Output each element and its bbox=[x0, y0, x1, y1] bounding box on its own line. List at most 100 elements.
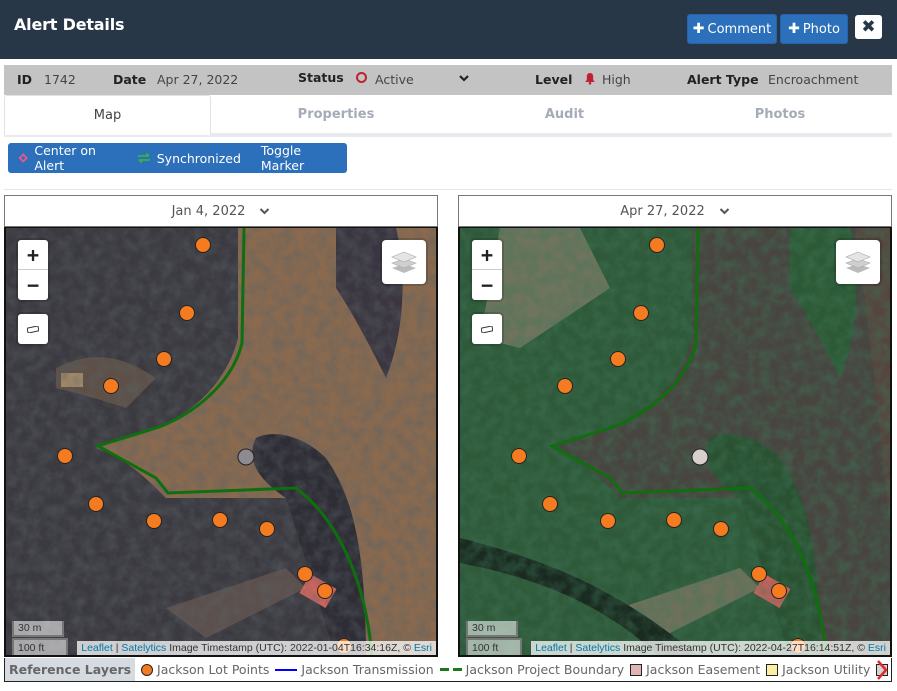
map-attribution: Leaflet | Satelytics Image Timestamp (UT… bbox=[531, 641, 890, 655]
alert-location-marker[interactable] bbox=[237, 448, 255, 466]
status-select-value[interactable]: Active bbox=[375, 72, 414, 87]
reference-layers-legend: Reference Layers Jackson Lot Points Jacks… bbox=[4, 658, 892, 682]
zoom-control: + − bbox=[18, 240, 48, 300]
lot-point-marker[interactable] bbox=[212, 512, 228, 528]
modal-title: Alert Details bbox=[14, 15, 125, 34]
zoom-in-button[interactable]: + bbox=[18, 240, 48, 270]
scale-bar-metric: 30 m bbox=[466, 621, 518, 637]
layers-button[interactable] bbox=[382, 240, 426, 284]
close-button[interactable]: ✖ bbox=[855, 15, 882, 39]
lot-point-marker[interactable] bbox=[317, 583, 333, 599]
date-select-value: Jan 4, 2022 bbox=[171, 203, 246, 219]
lot-point-marker[interactable] bbox=[195, 237, 211, 253]
lot-point-marker[interactable] bbox=[88, 496, 104, 512]
bell-icon bbox=[585, 73, 595, 85]
close-icon: ✖ bbox=[861, 17, 876, 37]
alert-info-bar: ID 1742 Date Apr 27, 2022 Status Active … bbox=[4, 65, 892, 95]
scale-bar-metric: 30 m bbox=[12, 621, 64, 637]
legend-item: Jackson Utility bbox=[766, 662, 870, 677]
polygon-swatch-icon bbox=[766, 663, 779, 676]
add-comment-button[interactable]: ✚ Comment bbox=[687, 14, 777, 44]
map-toolbar: Center on Alert Synchronized Toggle Mark… bbox=[8, 143, 347, 173]
line-swatch-icon bbox=[275, 668, 298, 671]
alert-type-label: Alert Type bbox=[687, 72, 759, 87]
esri-link[interactable]: Esri bbox=[868, 642, 886, 654]
center-on-alert-button[interactable]: Center on Alert bbox=[8, 143, 127, 173]
zoom-out-button[interactable]: − bbox=[472, 270, 502, 300]
date-label: Date bbox=[113, 72, 147, 87]
tab-map[interactable]: Map bbox=[4, 95, 211, 135]
id-value: 1742 bbox=[44, 72, 76, 87]
chevron-down-icon bbox=[719, 208, 729, 215]
status-circle-icon bbox=[356, 72, 367, 83]
lot-point-marker[interactable] bbox=[156, 351, 172, 367]
tab-photos[interactable]: Photos bbox=[668, 95, 892, 133]
lot-point-marker[interactable] bbox=[666, 512, 682, 528]
lot-point-marker[interactable] bbox=[57, 448, 73, 464]
zoom-out-button[interactable]: − bbox=[18, 270, 48, 300]
layers-button[interactable] bbox=[836, 240, 880, 284]
lot-point-marker[interactable] bbox=[649, 237, 665, 253]
lot-point-marker[interactable] bbox=[103, 378, 119, 394]
lot-point-marker[interactable] bbox=[511, 448, 527, 464]
attribution-separator: | bbox=[115, 642, 119, 654]
lot-point-marker[interactable] bbox=[751, 566, 767, 582]
chevron-right-icon[interactable] bbox=[875, 659, 889, 681]
measure-button[interactable] bbox=[18, 314, 48, 344]
satellite-imagery[interactable] bbox=[6, 228, 436, 657]
toggle-marker-label: Toggle Marker bbox=[260, 143, 305, 173]
synchronized-toggle[interactable]: Synchronized bbox=[127, 143, 251, 173]
tab-audit[interactable]: Audit bbox=[461, 95, 668, 133]
add-photo-button[interactable]: ✚ Photo bbox=[780, 14, 848, 44]
plus-icon: ✚ bbox=[788, 21, 800, 37]
legend-item: Jackson Project Boundary bbox=[439, 662, 625, 677]
scale-bar-imperial: 100 ft bbox=[466, 638, 522, 655]
map-panel-before: Jan 4, 2022 + − 30 m 100 ft Leaflet | Sa… bbox=[4, 195, 438, 657]
legend-item: Jackson Easement bbox=[630, 662, 760, 677]
satellite-imagery[interactable] bbox=[460, 228, 890, 657]
zoom-in-button[interactable]: + bbox=[472, 240, 502, 270]
status-label: Status bbox=[298, 70, 344, 85]
date-select-after[interactable]: Apr 27, 2022 bbox=[458, 195, 892, 227]
esri-link[interactable]: Esri bbox=[414, 642, 432, 654]
lot-point-marker[interactable] bbox=[610, 351, 626, 367]
legend-item-label: Jackson Project Boundary bbox=[465, 662, 625, 677]
status-chevron-down-icon[interactable] bbox=[458, 72, 470, 84]
legend-item-label: Jackson Easement bbox=[646, 662, 761, 677]
lot-point-marker[interactable] bbox=[542, 496, 558, 512]
lot-point-marker[interactable] bbox=[179, 305, 195, 321]
lot-point-marker[interactable] bbox=[297, 566, 313, 582]
layers-icon bbox=[391, 251, 417, 273]
level-label: Level bbox=[535, 72, 573, 87]
alert-type-value: Encroachment bbox=[768, 72, 859, 87]
polygon-swatch-icon bbox=[630, 663, 643, 676]
lot-point-marker[interactable] bbox=[633, 305, 649, 321]
lot-point-marker[interactable] bbox=[600, 513, 616, 529]
map-panel-after: Apr 27, 2022 + − 30 m 100 ft Leaflet | S… bbox=[458, 195, 892, 657]
satelytics-link[interactable]: Satelytics bbox=[575, 642, 620, 654]
alert-location-marker[interactable] bbox=[691, 448, 709, 466]
measure-button[interactable] bbox=[472, 314, 502, 344]
date-select-before[interactable]: Jan 4, 2022 bbox=[4, 195, 438, 227]
leaflet-link[interactable]: Leaflet bbox=[535, 642, 567, 654]
dashed-line-swatch-icon bbox=[439, 668, 462, 671]
image-timestamp: Image Timestamp (UTC): 2022-04-27T16:14:… bbox=[623, 642, 865, 654]
image-timestamp: Image Timestamp (UTC): 2022-01-04T16:34:… bbox=[169, 642, 411, 654]
ruler-icon bbox=[27, 325, 39, 333]
add-comment-label: Comment bbox=[707, 21, 772, 37]
satellite-map-after[interactable]: + − 30 m 100 ft Leaflet | Satelytics Ima… bbox=[458, 227, 892, 657]
toggle-marker-button[interactable]: Toggle Marker bbox=[251, 143, 347, 173]
attribution-separator: | bbox=[569, 642, 573, 654]
date-value: Apr 27, 2022 bbox=[157, 72, 239, 87]
lot-point-marker[interactable] bbox=[771, 583, 787, 599]
lot-point-marker[interactable] bbox=[146, 513, 162, 529]
lot-point-marker[interactable] bbox=[713, 521, 729, 537]
legend-item-label: Jackson Transmission bbox=[301, 662, 434, 677]
satellite-map-before[interactable]: + − 30 m 100 ft Leaflet | Satelytics Ima… bbox=[4, 227, 438, 657]
lot-point-marker[interactable] bbox=[557, 378, 573, 394]
lot-point-marker[interactable] bbox=[259, 521, 275, 537]
satelytics-link[interactable]: Satelytics bbox=[121, 642, 166, 654]
tab-properties[interactable]: Properties bbox=[211, 95, 461, 133]
center-on-alert-label: Center on Alert bbox=[34, 143, 96, 173]
leaflet-link[interactable]: Leaflet bbox=[81, 642, 113, 654]
